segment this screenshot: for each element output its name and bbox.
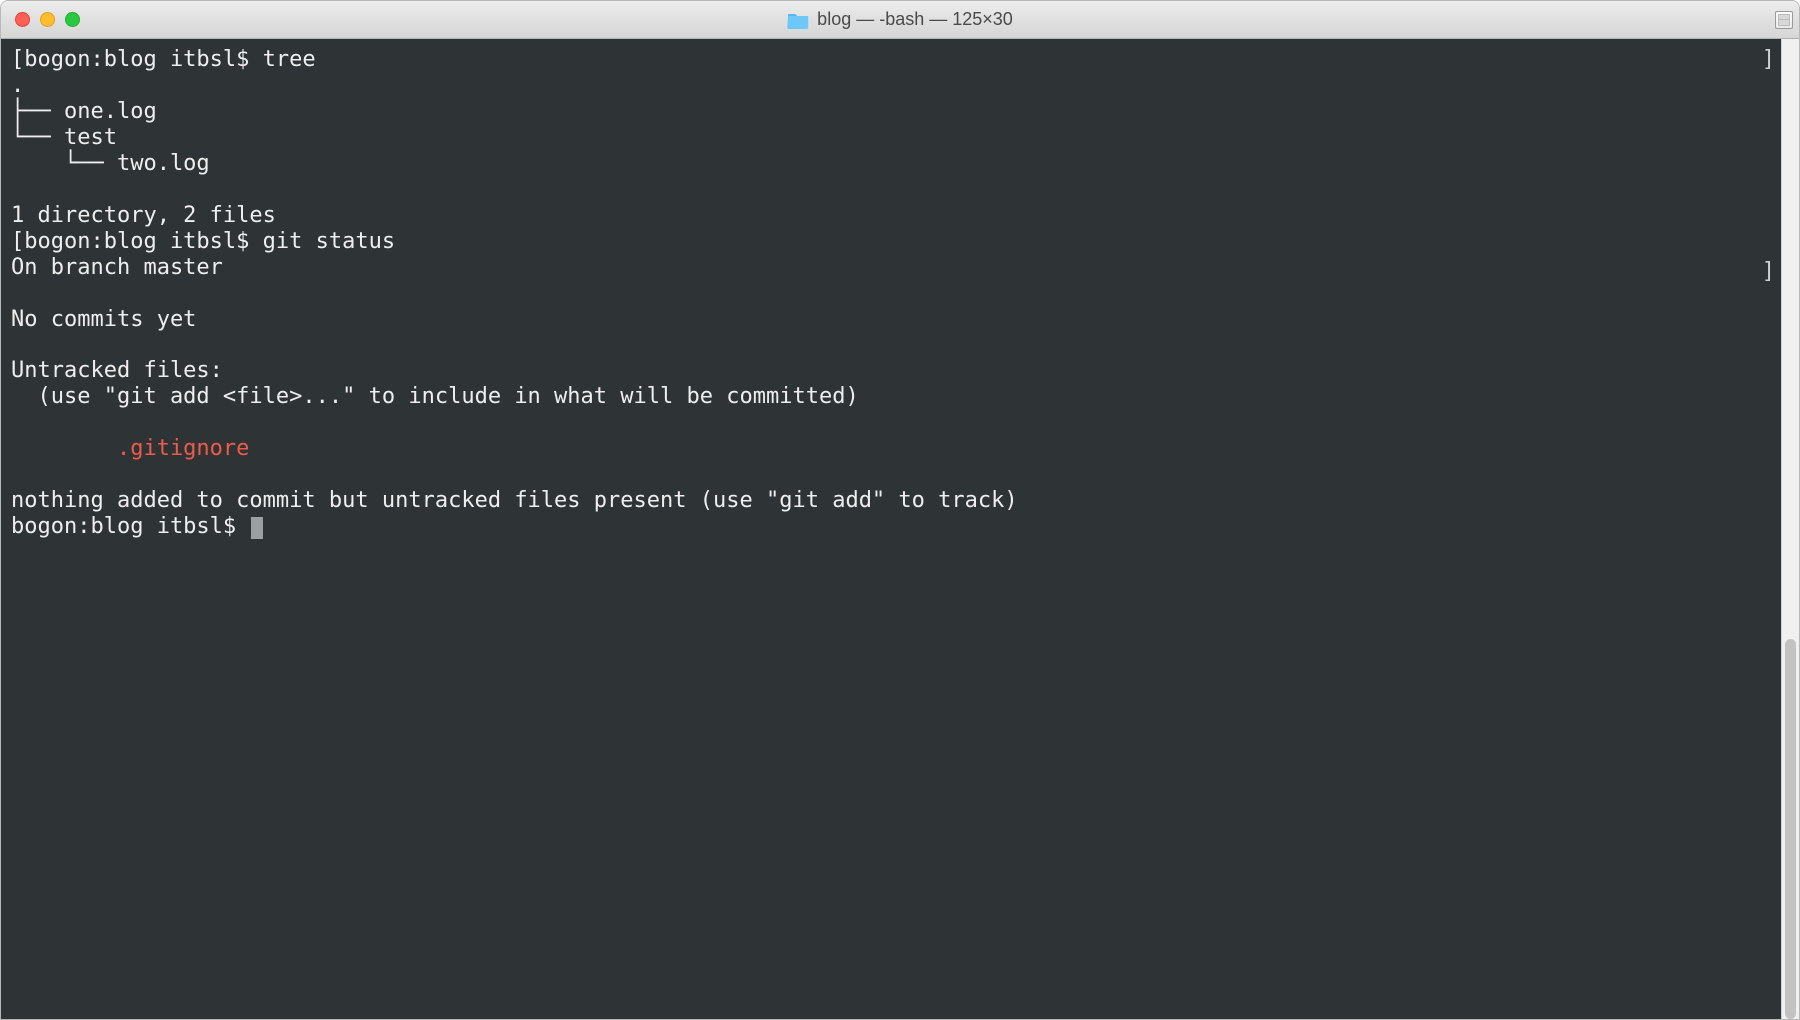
git-output: nothing added to commit but untracked fi… [11, 488, 1018, 513]
window-titlebar[interactable]: blog — -bash — 125×30 [1, 1, 1799, 39]
prompt: [bogon:blog itbsl$ [11, 47, 263, 72]
cursor [251, 517, 263, 539]
git-output: (use "git add <file>..." to include in w… [11, 384, 859, 409]
terminal-content[interactable]: ]][bogon:blog itbsl$ tree . ├── one.log … [1, 39, 1781, 1019]
terminal-window: blog — -bash — 125×30 ]] [bogon:blog itbs… [0, 0, 1800, 1020]
window-title: blog — -bash — 125×30 [787, 9, 1013, 30]
vertical-scrollbar[interactable] [1781, 39, 1799, 1019]
tree-output: ├── one.log [11, 99, 157, 124]
prompt: bogon:blog itbsl$ [11, 514, 249, 539]
scroll-thumb[interactable] [1785, 639, 1796, 1019]
close-button[interactable] [15, 12, 30, 27]
command-text: tree [263, 47, 316, 72]
terminal-area[interactable]: ]][bogon:blog itbsl$ tree . ├── one.log … [1, 39, 1799, 1019]
git-untracked-file: .gitignore [11, 436, 249, 461]
command-text: git status [263, 229, 395, 254]
git-output: No commits yet [11, 307, 196, 332]
window-title-text: blog — -bash — 125×30 [817, 9, 1013, 30]
minimize-button[interactable] [40, 12, 55, 27]
tree-output: . [11, 73, 24, 98]
traffic-lights [1, 12, 80, 27]
prompt: [bogon:blog itbsl$ [11, 229, 263, 254]
tree-output: └── two.log [11, 151, 210, 176]
folder-icon [787, 11, 809, 29]
line-wrap-bracket: ] [1762, 259, 1775, 285]
zoom-button[interactable] [65, 12, 80, 27]
tree-summary: 1 directory, 2 files [11, 203, 276, 228]
titlebar-panes-icon[interactable] [1775, 11, 1793, 29]
line-wrap-bracket: ] [1762, 47, 1775, 73]
git-output: Untracked files: [11, 358, 223, 383]
tree-output: └── test [11, 125, 117, 150]
git-output: On branch master [11, 255, 223, 280]
